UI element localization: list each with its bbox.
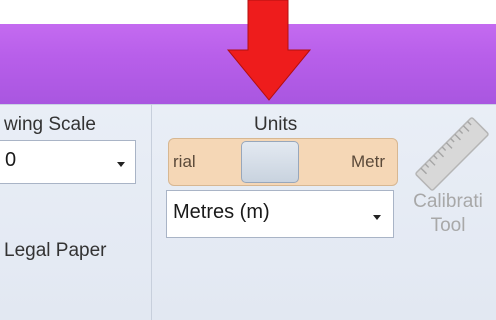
ruler-icon[interactable] bbox=[414, 116, 490, 192]
paper-size-label[interactable]: Legal Paper bbox=[4, 240, 106, 262]
drawing-scale-value: 0 bbox=[5, 149, 17, 171]
calibration-tool-label-line1: Calibrati bbox=[413, 191, 483, 212]
drawing-scale-label: wing Scale bbox=[4, 114, 96, 135]
units-label: Units bbox=[254, 114, 298, 135]
units-toggle-thumb[interactable] bbox=[241, 141, 299, 183]
chevron-down-icon bbox=[117, 162, 125, 167]
drawing-scale-select[interactable]: 0 bbox=[0, 140, 136, 184]
units-select[interactable]: Metres (m) bbox=[166, 190, 394, 238]
ribbon-screenshot: wing Scale 0 Legal Paper Units rial Metr… bbox=[0, 0, 496, 320]
units-toggle-metric[interactable]: Metr bbox=[351, 152, 385, 172]
calibration-tool-button[interactable]: Calibrati Tool bbox=[398, 190, 496, 238]
group-separator-left bbox=[151, 104, 152, 320]
calibration-tool-label-line2: Tool bbox=[430, 215, 466, 236]
chevron-down-icon bbox=[373, 215, 381, 220]
units-select-value: Metres (m) bbox=[173, 201, 270, 223]
units-toggle-switch[interactable]: rial Metr bbox=[168, 138, 398, 186]
red-down-arrow-icon bbox=[226, 0, 312, 101]
units-toggle-imperial[interactable]: rial bbox=[173, 152, 196, 172]
